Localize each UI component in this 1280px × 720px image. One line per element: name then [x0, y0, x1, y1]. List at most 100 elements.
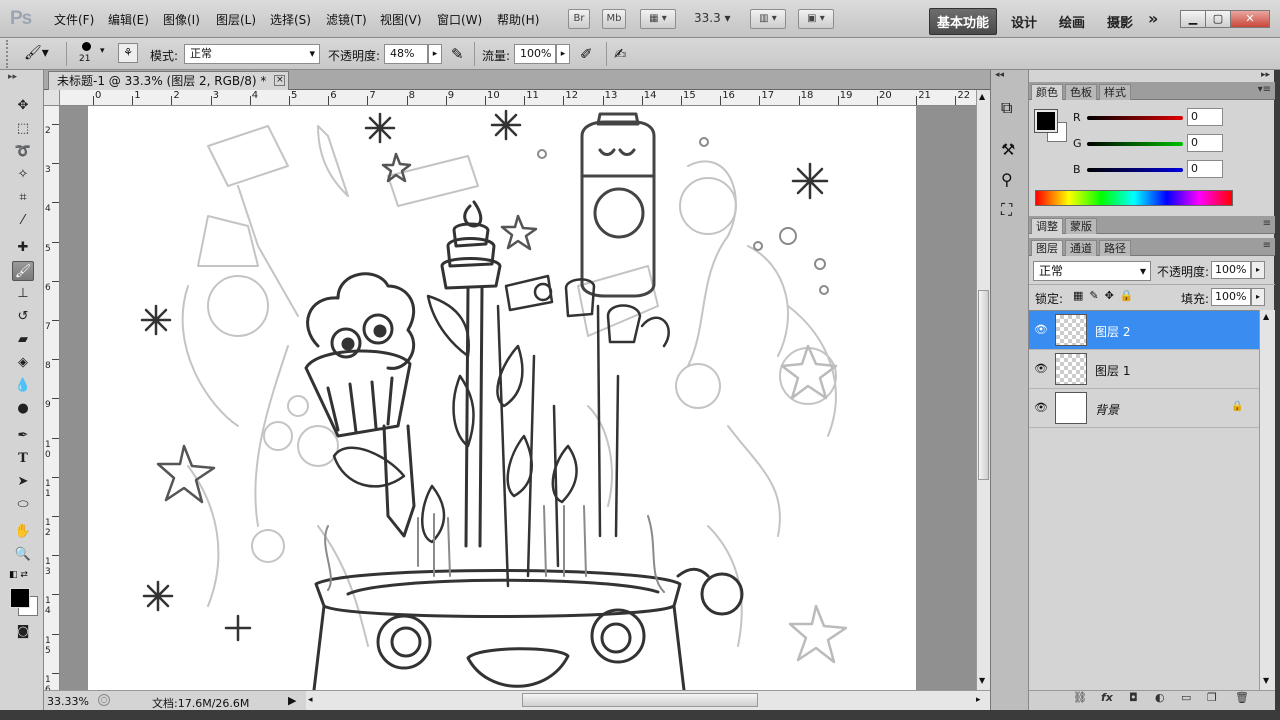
status-menu-arrow-icon[interactable]: ▶ — [288, 694, 296, 707]
foreground-color-chip[interactable] — [1034, 109, 1058, 133]
fill-slider-button[interactable]: ▸ — [1251, 288, 1265, 306]
pressure-opacity-toggle[interactable]: ✎ — [451, 45, 464, 63]
new-layer-icon[interactable]: ❐ — [1207, 691, 1217, 704]
tab-channels[interactable]: 通道 — [1065, 240, 1097, 256]
status-info-icon[interactable]: ◌ — [98, 694, 110, 706]
type-tool[interactable]: T — [12, 449, 34, 469]
document-tab[interactable]: 未标题-1 @ 33.3% (图层 2, RGB/8) * × — [48, 71, 290, 90]
channel-r-input[interactable]: 0 — [1187, 108, 1223, 126]
tab-layers[interactable]: 图层 — [1031, 240, 1063, 256]
opacity-slider-button[interactable]: ▸ — [428, 44, 442, 64]
workspace-photography[interactable]: 摄影 — [1107, 12, 1133, 31]
vertical-scrollbar[interactable]: ▲ ▼ — [976, 90, 990, 690]
layer-opacity-input[interactable]: 100% — [1211, 261, 1251, 279]
lock-all-icon[interactable]: 🔒 — [1120, 289, 1140, 302]
healing-brush-tool[interactable]: ✚ — [12, 238, 34, 258]
pressure-size-toggle[interactable]: ✍ — [614, 45, 627, 63]
delete-layer-icon[interactable]: 🗑 — [1235, 691, 1249, 704]
pen-tool[interactable]: ✒ — [12, 426, 34, 446]
arrange-documents-dropdown[interactable]: ▥ ▾ — [750, 9, 786, 29]
menu-window[interactable]: 窗口(W) — [437, 11, 482, 28]
channel-r-slider[interactable] — [1087, 116, 1183, 120]
dodge-tool[interactable]: ● — [12, 399, 34, 419]
flow-slider-button[interactable]: ▸ — [556, 44, 570, 64]
airbrush-toggle[interactable]: ✐ — [580, 45, 593, 63]
expand-dock-icon[interactable]: ◂◂ — [995, 70, 1004, 80]
scroll-up-icon[interactable]: ▲ — [979, 92, 985, 101]
menu-edit[interactable]: 编辑(E) — [108, 11, 149, 28]
workspace-design[interactable]: 设计 — [1011, 12, 1037, 31]
link-layers-icon[interactable]: ⛓ — [1073, 691, 1087, 704]
blend-mode-select[interactable]: 正常 ▾ — [184, 44, 320, 64]
panel-menu-icon[interactable]: ≡ — [1263, 240, 1271, 251]
screen-mode-dropdown[interactable]: ▣ ▾ — [798, 9, 834, 29]
tab-adjustments[interactable]: 调整 — [1031, 218, 1063, 234]
layer-row[interactable]: 👁 背景 🔒 — [1029, 389, 1259, 428]
horizontal-scrollbar[interactable]: ◂ ▸ — [306, 690, 990, 710]
foreground-color-swatch[interactable] — [10, 588, 30, 608]
color-spectrum-ramp[interactable] — [1035, 190, 1233, 206]
vertical-scroll-thumb[interactable] — [978, 290, 989, 480]
menu-select[interactable]: 选择(S) — [270, 11, 311, 28]
tab-styles[interactable]: 样式 — [1099, 84, 1131, 100]
layer-blend-mode-select[interactable]: 正常 ▾ — [1033, 261, 1151, 281]
path-selection-tool[interactable]: ➤ — [12, 472, 34, 492]
view-extras-dropdown[interactable]: ▦ ▾ — [640, 9, 676, 29]
channel-b-slider[interactable] — [1087, 168, 1183, 172]
tool-preset-picker[interactable]: 🖌▾ — [24, 45, 54, 63]
scroll-down-icon[interactable]: ▼ — [1263, 676, 1269, 685]
zoom-tool[interactable]: 🔍 — [12, 545, 34, 565]
bridge-button[interactable]: Br — [568, 9, 590, 29]
layer-row[interactable]: 👁 图层 1 — [1029, 350, 1259, 389]
layer-row[interactable]: 👁 图层 2 — [1029, 311, 1259, 350]
move-tool[interactable]: ✥ — [12, 96, 34, 116]
menu-filter[interactable]: 滤镜(T) — [326, 11, 367, 28]
visibility-eye-icon[interactable]: 👁 — [1033, 362, 1049, 376]
quick-mask-button[interactable]: ◙ — [12, 622, 34, 642]
hand-tool[interactable]: ✋ — [12, 522, 34, 542]
scroll-right-icon[interactable]: ▸ — [976, 695, 981, 705]
status-zoom[interactable]: 33.33% — [47, 695, 89, 708]
workspace-essentials[interactable]: 基本功能 — [929, 8, 998, 35]
eraser-tool[interactable]: ▰ — [12, 330, 34, 350]
channel-b-input[interactable]: 0 — [1187, 160, 1223, 178]
options-bar-grip[interactable] — [6, 40, 16, 68]
channel-g-slider[interactable] — [1087, 142, 1183, 146]
canvas-artwork[interactable] — [88, 106, 916, 690]
shape-tool[interactable]: ⬭ — [12, 495, 34, 515]
horizontal-scroll-thumb[interactable] — [522, 693, 758, 707]
lock-transparency-icon[interactable]: ▦ — [1073, 289, 1089, 302]
clone-stamp-tool[interactable]: ⊥ — [12, 284, 34, 304]
add-mask-icon[interactable]: ◘ — [1129, 691, 1138, 704]
marquee-tool[interactable]: ⬚ — [12, 119, 34, 139]
collapse-panels-icon[interactable]: ▸▸ — [1261, 70, 1270, 80]
canvas-viewport[interactable] — [60, 106, 976, 690]
tab-swatches[interactable]: 色板 — [1065, 84, 1097, 100]
scroll-left-icon[interactable]: ◂ — [308, 695, 313, 705]
layer-style-icon[interactable]: fx — [1101, 691, 1113, 704]
close-window-button[interactable]: ✕ — [1230, 10, 1270, 28]
maximize-button[interactable]: ▢ — [1205, 10, 1231, 28]
new-group-icon[interactable]: ▭ — [1181, 691, 1191, 704]
clone-source-icon[interactable]: ⚲ — [1001, 170, 1013, 189]
vertical-ruler[interactable]: 2 3 4 5 6 7 8 9 1 0 1 1 1 2 1 3 1 4 1 5 1 6 — [44, 106, 60, 690]
eyedropper-tool[interactable]: ⁄ — [12, 211, 34, 231]
tab-masks[interactable]: 蒙版 — [1065, 218, 1097, 234]
brush-tool[interactable]: 🖌 — [12, 261, 34, 281]
lock-options[interactable]: ▦✎✥🔒 — [1073, 289, 1140, 302]
scroll-down-icon[interactable]: ▼ — [979, 676, 985, 685]
menu-image[interactable]: 图像(I) — [163, 11, 200, 28]
brush-panel-toggle[interactable]: ⚘ — [118, 43, 138, 63]
ruler-origin[interactable] — [44, 90, 60, 106]
layers-scrollbar[interactable]: ▲ ▼ — [1259, 310, 1275, 690]
panel-menu-icon[interactable]: ≡ — [1263, 218, 1271, 229]
menu-help[interactable]: 帮助(H) — [497, 11, 539, 28]
brush-preset-picker[interactable]: 21 ▾ — [76, 40, 106, 68]
menu-view[interactable]: 视图(V) — [380, 11, 422, 28]
visibility-eye-icon[interactable]: 👁 — [1033, 323, 1049, 337]
blur-tool[interactable]: 💧 — [12, 376, 34, 396]
brush-presets-icon[interactable]: ⚒ — [1001, 140, 1015, 159]
visibility-eye-icon[interactable]: 👁 — [1033, 401, 1049, 415]
fill-input[interactable]: 100% — [1211, 288, 1251, 306]
quick-selection-tool[interactable]: ✧ — [12, 165, 34, 185]
